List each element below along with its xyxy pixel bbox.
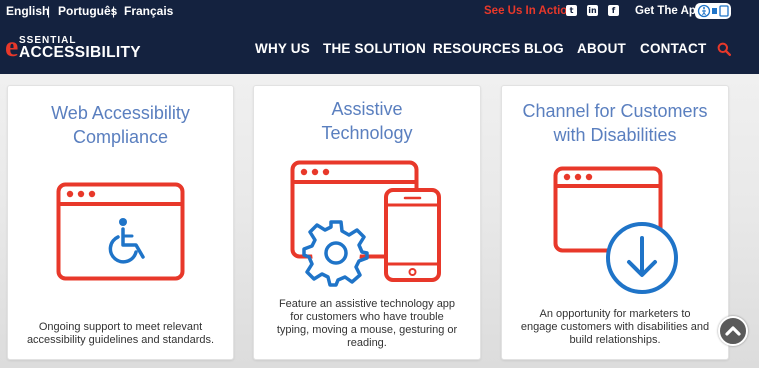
essential-accessibility-logo[interactable]: e SSENTIAL ACCESSIBILITY bbox=[5, 32, 150, 66]
language-separator: | bbox=[47, 4, 51, 18]
linkedin-icon[interactable]: in bbox=[587, 5, 598, 16]
card-channel-for-customers[interactable]: Channel for Customers with Disabilities … bbox=[501, 85, 729, 360]
facebook-icon[interactable]: f bbox=[608, 5, 619, 16]
nav-contact[interactable]: CONTACT bbox=[640, 41, 706, 56]
language-english-link[interactable]: English bbox=[6, 4, 49, 18]
card-title: Technology bbox=[321, 123, 413, 143]
card-description: An opportunity for marketers to bbox=[539, 308, 691, 320]
language-separator: | bbox=[112, 4, 116, 18]
card-description: for customers who have trouble bbox=[290, 311, 444, 323]
card-title: Channel for Customers bbox=[522, 101, 708, 121]
card-web-accessibility-compliance[interactable]: Web Accessibility Compliance Ongoing sup… bbox=[7, 85, 234, 360]
card-description: typing, moving a mouse, gesturing or bbox=[276, 324, 458, 336]
main-navbar: e SSENTIAL ACCESSIBILITY WHY US THE SOLU… bbox=[0, 24, 759, 74]
see-us-in-action-link[interactable]: See Us In Action bbox=[484, 5, 574, 17]
browser-download-icon bbox=[553, 166, 678, 294]
card-description: accessibility guidelines and standards. bbox=[26, 334, 215, 346]
card-description: Feature an assistive technology app bbox=[278, 298, 456, 310]
language-portugues-link[interactable]: Português bbox=[58, 4, 117, 18]
search-icon[interactable] bbox=[717, 42, 732, 57]
scroll-to-top-button[interactable] bbox=[718, 316, 748, 346]
card-title: with Disabilities bbox=[553, 125, 677, 145]
card-title: Compliance bbox=[72, 127, 169, 147]
app-badge-icon[interactable] bbox=[695, 3, 731, 19]
card-description: Ongoing support to meet relevant bbox=[38, 321, 203, 333]
logo-bottom-text: ACCESSIBILITY bbox=[19, 44, 141, 61]
twitter-icon[interactable]: t bbox=[566, 5, 577, 16]
chevron-up-icon bbox=[725, 326, 741, 336]
nav-why-us[interactable]: WHY US bbox=[255, 41, 310, 56]
logo-letter: e bbox=[5, 30, 19, 63]
top-utility-bar: English | Português | Français See Us In… bbox=[0, 0, 759, 24]
nav-blog[interactable]: BLOG bbox=[524, 41, 564, 56]
language-francais-link[interactable]: Français bbox=[124, 4, 173, 18]
card-assistive-technology[interactable]: Assistive Technology Feature an assistiv… bbox=[253, 85, 481, 360]
nav-resources[interactable]: RESOURCES bbox=[433, 41, 520, 56]
card-title: Web Accessibility bbox=[51, 103, 190, 123]
get-the-app-link[interactable]: Get The App bbox=[635, 5, 703, 17]
card-title: Assistive bbox=[331, 99, 403, 119]
browser-phone-gear-icon bbox=[290, 160, 441, 287]
card-description: engage customers with disabilities and bbox=[520, 321, 710, 333]
nav-about[interactable]: ABOUT bbox=[577, 41, 626, 56]
card-description: build relationships. bbox=[569, 334, 661, 346]
card-description: reading. bbox=[347, 337, 387, 349]
browser-wheelchair-icon bbox=[56, 182, 185, 281]
nav-the-solution[interactable]: THE SOLUTION bbox=[323, 41, 426, 56]
